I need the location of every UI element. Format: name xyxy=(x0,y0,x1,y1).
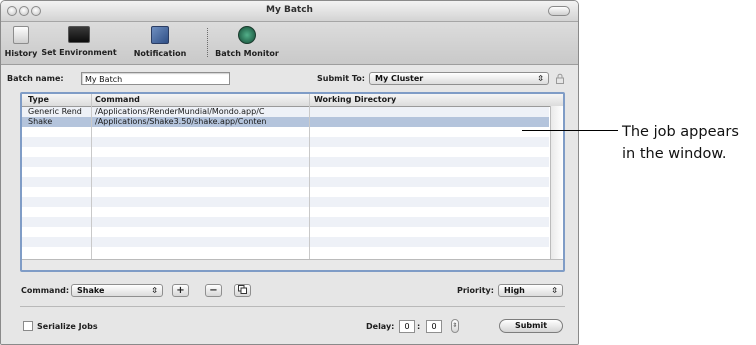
history-icon xyxy=(13,26,29,44)
submit-button[interactable]: Submit xyxy=(499,319,563,333)
empty-row xyxy=(22,247,549,257)
serialize-jobs-checkbox[interactable] xyxy=(23,321,33,331)
remove-command-button[interactable]: − xyxy=(205,284,222,297)
toolbar-toggle-button[interactable] xyxy=(548,6,570,16)
batch-name-field[interactable]: My Batch xyxy=(81,72,230,85)
submit-to-value: My Cluster xyxy=(375,74,424,83)
table-row[interactable]: Generic Rend /Applications/RenderMundial… xyxy=(22,107,549,117)
empty-row xyxy=(22,217,549,227)
terminal-icon xyxy=(68,26,90,43)
batch-content: Batch name: My Batch Submit To: My Clust… xyxy=(1,65,578,344)
popup-arrows-icon: ⇳ xyxy=(551,286,558,295)
command-label: Command: xyxy=(21,286,70,295)
callout-text: The job appears in the window. xyxy=(622,124,739,162)
popup-arrows-icon: ⇳ xyxy=(151,286,158,295)
empty-row xyxy=(22,227,549,237)
empty-row xyxy=(22,127,549,137)
command-value: Shake xyxy=(77,286,105,295)
priority-label: Priority: xyxy=(457,286,494,295)
row-type: Generic Rend xyxy=(28,107,82,116)
toolbar-history-label: History xyxy=(4,49,38,58)
priority-value: High xyxy=(504,286,525,295)
title-bar[interactable]: My Batch xyxy=(1,1,578,22)
column-header-working-directory[interactable]: Working Directory xyxy=(314,95,396,104)
divider xyxy=(20,306,565,307)
notification-icon xyxy=(151,26,169,44)
toolbar-history[interactable]: History xyxy=(4,26,38,58)
delay-seconds-field[interactable]: 0 xyxy=(426,320,442,333)
duplicate-icon xyxy=(238,285,247,294)
jobs-table: Type Command Working Directory Generic R… xyxy=(20,92,565,272)
toolbar-separator xyxy=(207,28,208,57)
delay-label: Delay: xyxy=(366,322,395,331)
batch-monitor-icon xyxy=(238,26,256,44)
row-command: /Applications/Shake3.50/shake.app/Conten xyxy=(95,117,267,126)
command-popup[interactable]: Shake ⇳ xyxy=(71,284,163,297)
toolbar-set-environment[interactable]: Set Environment xyxy=(38,26,120,57)
horizontal-scrollbar[interactable] xyxy=(22,259,563,270)
delay-stepper[interactable]: ⇳ xyxy=(451,319,459,333)
toolbar-batch-monitor-label: Batch Monitor xyxy=(215,49,279,58)
duplicate-command-button[interactable] xyxy=(234,284,251,297)
toolbar-set-environment-label: Set Environment xyxy=(41,48,117,57)
batch-name-label: Batch name: xyxy=(7,74,64,83)
toolbar-notification[interactable]: Notification xyxy=(125,26,195,58)
toolbar-batch-monitor[interactable]: Batch Monitor xyxy=(213,26,281,58)
table-header: Type Command Working Directory xyxy=(22,94,563,107)
column-divider xyxy=(91,94,92,260)
lock-icon[interactable] xyxy=(555,73,565,84)
empty-row xyxy=(22,207,549,217)
empty-row xyxy=(22,177,549,187)
batch-window: My Batch History Set Environment Notific… xyxy=(0,0,579,345)
window-title: My Batch xyxy=(266,5,313,15)
empty-row xyxy=(22,157,549,167)
column-divider xyxy=(309,94,310,260)
empty-row xyxy=(22,137,549,147)
empty-row xyxy=(22,237,549,247)
toolbar-notification-label: Notification xyxy=(133,49,187,58)
serialize-jobs-label: Serialize Jobs xyxy=(37,322,98,331)
empty-row xyxy=(22,197,549,207)
empty-row xyxy=(22,167,549,177)
submit-to-label: Submit To: xyxy=(317,74,365,83)
callout-line xyxy=(522,130,618,131)
row-type: Shake xyxy=(28,117,53,126)
delay-minutes-field[interactable]: 0 xyxy=(399,320,415,333)
popup-arrows-icon: ⇳ xyxy=(537,74,544,83)
empty-row xyxy=(22,187,549,197)
column-header-command[interactable]: Command xyxy=(95,95,140,104)
table-row-selected[interactable]: Shake /Applications/Shake3.50/shake.app/… xyxy=(22,117,549,127)
empty-row xyxy=(22,147,549,157)
priority-popup[interactable]: High ⇳ xyxy=(498,284,563,297)
add-command-button[interactable]: + xyxy=(172,284,189,297)
column-header-type[interactable]: Type xyxy=(28,95,49,104)
submit-to-popup[interactable]: My Cluster ⇳ xyxy=(369,72,549,85)
toolbar: History Set Environment Notification Bat… xyxy=(1,22,578,65)
delay-separator: : xyxy=(417,322,421,331)
row-command: /Applications/RenderMundial/Mondo.app/C xyxy=(95,107,265,116)
